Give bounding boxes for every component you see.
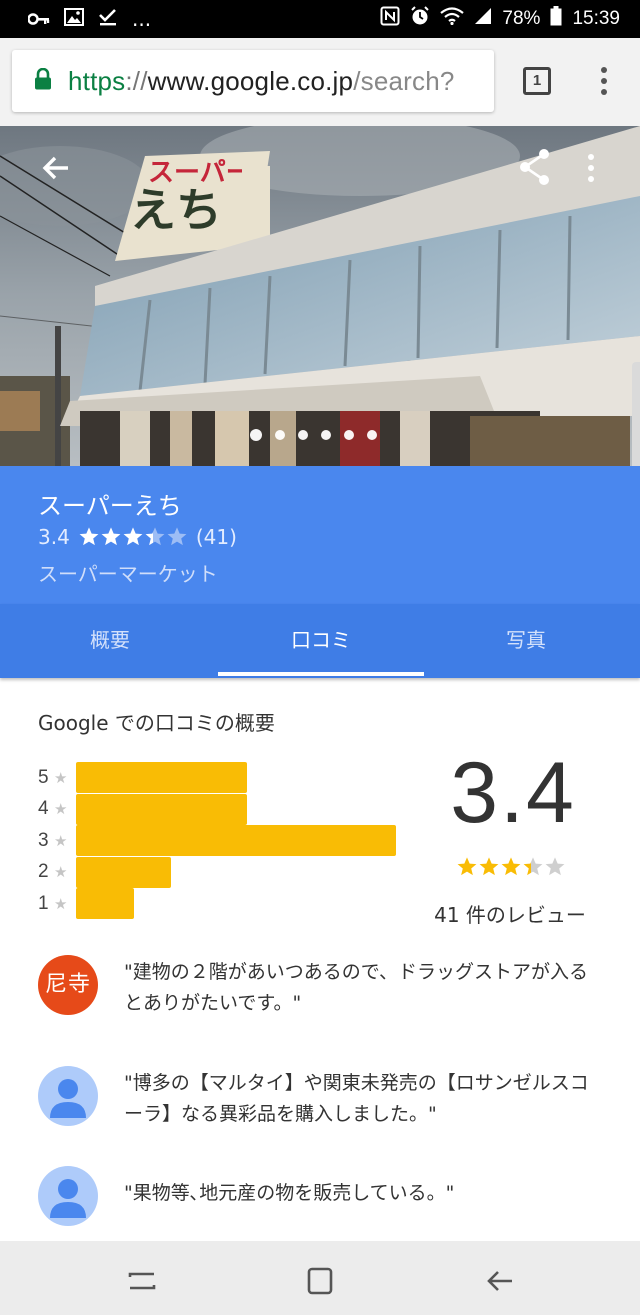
histogram-row: 1 ★	[38, 888, 134, 919]
pager-dot[interactable]	[367, 430, 377, 440]
star-icon: ★	[54, 894, 68, 913]
wifi-icon	[440, 7, 465, 31]
review-snippet-text: "果物等､地元産の物を販売している。"	[124, 1182, 455, 1204]
tab-photos[interactable]: 写真	[424, 604, 628, 678]
active-tab-indicator	[218, 672, 424, 676]
url-separator: ://	[125, 66, 148, 96]
star-icon	[144, 526, 166, 548]
back-arrow-icon[interactable]	[38, 150, 74, 186]
place-header: スーパーえち 3.4 (41) スーパーマーケット	[0, 466, 640, 604]
battery-icon	[550, 6, 562, 32]
summary-rating-value: 3.4	[450, 745, 576, 841]
histogram-bar	[76, 825, 396, 856]
battery-percent: 78%	[502, 8, 541, 29]
share-icon[interactable]	[518, 148, 552, 186]
place-review-count: (41)	[195, 525, 237, 549]
histogram-star-label: 2	[38, 861, 49, 882]
star-icon	[500, 856, 522, 878]
url-path: /search?	[353, 66, 455, 96]
summary-rating-stars	[456, 856, 566, 878]
place-name: スーパーえち	[38, 492, 182, 520]
default-avatar-icon	[38, 1066, 98, 1126]
pager-dot[interactable]	[344, 430, 354, 440]
place-rating-stars	[78, 526, 188, 548]
star-icon: ★	[54, 768, 68, 787]
sign-text-main: えち	[130, 183, 222, 237]
tab-overview[interactable]: 概要	[0, 604, 220, 678]
browser-toolbar: https://www.google.co.jp/search? 1	[0, 38, 640, 126]
place-category: スーパーマーケット	[38, 562, 218, 586]
url-scheme: https	[68, 66, 126, 96]
histogram-row: 5 ★	[38, 762, 247, 793]
browser-menu-button[interactable]	[594, 64, 614, 100]
histogram-star-label: 4	[38, 798, 49, 819]
nfc-icon	[380, 6, 400, 32]
histogram-row: 3 ★	[38, 825, 396, 856]
place-rating-row: 3.4 (41)	[38, 522, 237, 552]
alarm-icon	[410, 6, 430, 32]
system-navigation-bar	[0, 1241, 640, 1315]
star-icon: ★	[54, 800, 68, 818]
star-icon	[456, 856, 478, 878]
url-host: www.google.co.jp	[147, 66, 354, 96]
lock-icon	[34, 67, 52, 90]
photo-pager-dots[interactable]	[250, 429, 377, 441]
rating-histogram: 5 ★ 4 ★ 3 ★ 2 ★ 1 ★	[38, 762, 418, 922]
key-icon	[27, 7, 50, 31]
histogram-bar	[76, 856, 171, 888]
tab-switcher-button[interactable]: 1	[523, 67, 551, 95]
histogram-star-label: 1	[38, 892, 49, 914]
clock-time: 15:39	[572, 8, 620, 29]
star-icon	[544, 856, 566, 878]
image-icon	[64, 7, 84, 31]
scrollbar-handle[interactable]	[632, 362, 640, 466]
pager-dot[interactable]	[321, 430, 331, 440]
pager-dot[interactable]	[275, 430, 285, 440]
pager-dot[interactable]	[250, 429, 262, 441]
star-icon: ★	[54, 831, 68, 850]
star-icon	[522, 856, 544, 878]
recent-apps-icon[interactable]	[124, 1263, 160, 1299]
star-icon	[122, 526, 144, 548]
signal-icon	[474, 7, 492, 31]
place-rating-value: 3.4	[38, 525, 70, 549]
status-overflow: ...	[132, 7, 152, 31]
check-icon	[98, 7, 118, 32]
histogram-bar	[76, 762, 247, 793]
star-icon	[166, 526, 188, 548]
star-icon	[78, 526, 100, 548]
histogram-row: 4 ★	[38, 793, 247, 825]
overflow-menu-icon[interactable]	[582, 152, 600, 186]
review-snippet-text: "建物の２階があいつあるので、ドラッグストアが入るとありがたいです。"	[124, 961, 588, 1014]
url-bar[interactable]: https://www.google.co.jp/search?	[12, 50, 494, 112]
back-icon[interactable]	[482, 1263, 518, 1299]
url-text[interactable]: https://www.google.co.jp/search?	[68, 50, 455, 112]
pager-dot[interactable]	[298, 430, 308, 440]
star-icon: ★	[54, 863, 68, 881]
histogram-bar	[76, 793, 247, 825]
histogram-star-label: 5	[38, 766, 49, 788]
histogram-bar	[76, 888, 134, 919]
histogram-row: 2 ★	[38, 856, 171, 888]
summary-review-count[interactable]: 41 件のレビュー	[420, 899, 600, 928]
review-snippet-text: "博多の【マルタイ】や関東未発売の【ロサンゼルスコーラ】なる異彩品を購入しました…	[124, 1072, 589, 1125]
tab-reviews[interactable]: 口コミ	[218, 604, 424, 678]
star-icon	[100, 526, 122, 548]
home-icon[interactable]	[302, 1263, 338, 1299]
default-avatar-icon	[38, 1166, 98, 1226]
place-tabs: 概要 口コミ 写真	[0, 604, 640, 678]
place-photo[interactable]: スーパー えち	[0, 126, 640, 466]
star-icon	[478, 856, 500, 878]
reviewer-avatar: 尼寺	[38, 955, 98, 1015]
status-bar: ... 78% 15:39	[0, 0, 640, 38]
histogram-star-label: 3	[38, 829, 49, 851]
review-summary-title: Google での口コミの概要	[38, 711, 275, 735]
